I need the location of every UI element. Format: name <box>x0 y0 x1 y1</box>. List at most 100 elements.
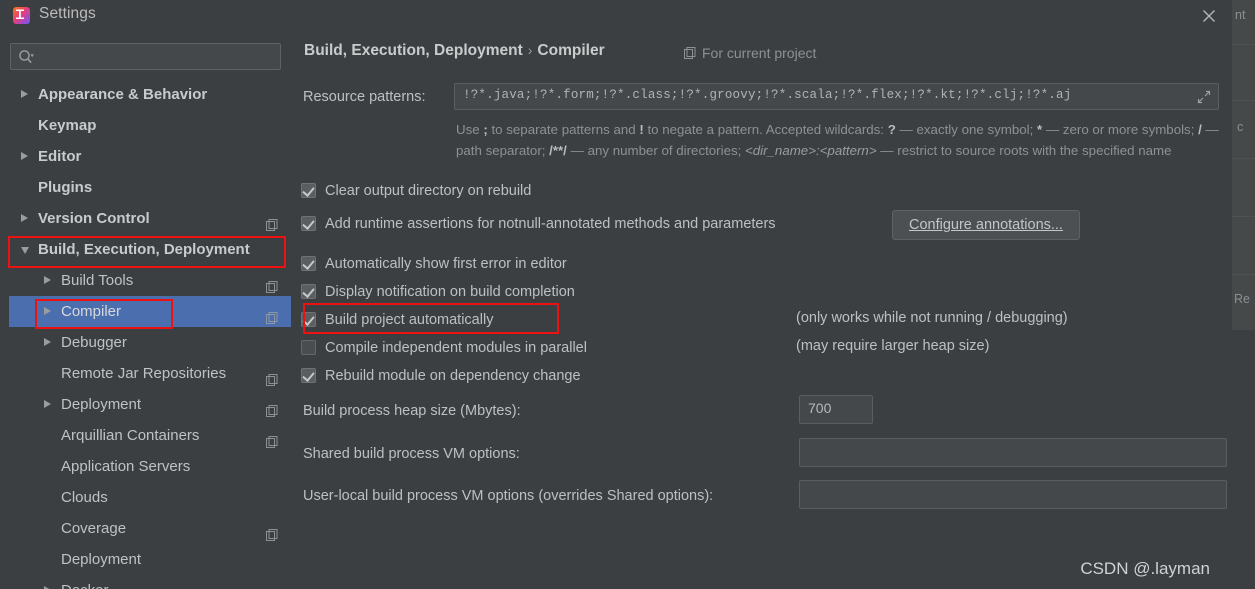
sidebar-item-label: Keymap <box>38 117 97 134</box>
search-input[interactable] <box>39 44 279 69</box>
hint-question: ? <box>887 122 896 137</box>
note-parallel-heap: (may require larger heap size) <box>796 338 990 354</box>
configure-annotations-label: Configure annotations... <box>909 217 1063 233</box>
chevron-right-icon[interactable] <box>44 400 51 408</box>
sidebar-item-appearance-behavior[interactable]: Appearance & Behavior <box>9 79 291 110</box>
sidebar-item-label: Arquillian Containers <box>61 427 200 444</box>
breadcrumb: Build, Execution, Deployment › Compiler <box>304 42 605 60</box>
checkbox-box[interactable] <box>301 340 316 355</box>
sidebar-item-coverage[interactable]: Coverage <box>9 513 291 544</box>
checkbox-label: Display notification on build completion <box>325 284 575 300</box>
breadcrumb-separator: › <box>527 42 533 58</box>
expand-icon[interactable] <box>1197 90 1211 104</box>
chevron-right-icon[interactable] <box>21 90 28 98</box>
settings-dialog-screenshot: nt c Re Settings Appearance & Behavior K… <box>0 0 1255 589</box>
project-scope-icon <box>266 522 279 541</box>
sidebar-item-label: Deployment <box>61 551 142 568</box>
sidebar-item-debugger[interactable]: Debugger <box>9 327 291 358</box>
sidebar-item-label: Plugins <box>38 179 93 196</box>
sidebar-item-label: Version Control <box>38 210 150 227</box>
chevron-right-icon[interactable] <box>44 307 51 315</box>
sidebar-gutter <box>0 32 9 589</box>
sidebar-item-label: Build Tools <box>61 272 134 289</box>
background-window-panel <box>1232 0 1255 330</box>
sidebar-item-plugins[interactable]: Plugins <box>9 172 291 203</box>
hint-text: — zero or more symbols; <box>1042 122 1199 137</box>
sidebar-search[interactable] <box>10 43 281 70</box>
background-window-divider <box>1232 44 1255 45</box>
sidebar-item-label: Appearance & Behavior <box>38 86 208 103</box>
hint-text: — exactly one symbol; <box>895 122 1037 137</box>
hint-dirname: <dir_name>:<pattern> <box>745 142 877 158</box>
checkbox-box[interactable] <box>301 312 316 327</box>
settings-dialog: Settings Appearance & Behavior Keymap Ed… <box>0 0 1232 589</box>
search-icon <box>18 49 36 66</box>
resource-patterns-hint: Use ; to separate patterns and ! to nega… <box>456 120 1221 161</box>
sidebar-item-label: Compiler <box>61 303 122 320</box>
sidebar-item-keymap[interactable]: Keymap <box>9 110 291 141</box>
background-window: nt c Re <box>1232 0 1255 589</box>
scope-label: For current project <box>702 45 817 61</box>
checkbox-box[interactable] <box>301 256 316 271</box>
sidebar-item-application-servers[interactable]: Application Servers <box>9 451 291 482</box>
settings-sidebar: Appearance & Behavior Keymap Editor Plugins… <box>0 32 291 589</box>
sidebar-item-compiler[interactable]: Compiler <box>9 296 291 327</box>
sidebar-item-build-tools[interactable]: Build Tools <box>9 265 291 296</box>
hint-text: — any number of directories; <box>566 142 745 158</box>
breadcrumb-leaf: Compiler <box>537 42 605 59</box>
shared-vm-options-label: Shared build process VM options: <box>303 446 520 462</box>
chevron-down-icon[interactable] <box>21 247 29 254</box>
sidebar-item-build-execution-deployment[interactable]: Build, Execution, Deployment <box>9 234 291 265</box>
sidebar-item-remote-jar-repositories[interactable]: Remote Jar Repositories <box>9 358 291 389</box>
search-box[interactable] <box>10 43 281 70</box>
chevron-right-icon[interactable] <box>44 338 51 346</box>
sidebar-item-deployment[interactable]: Deployment <box>9 389 291 420</box>
hint-text: — restrict to source roots with the spec… <box>876 142 1172 158</box>
checkbox-box[interactable] <box>301 183 316 198</box>
resource-patterns-input[interactable]: !?*.java;!?*.form;!?*.class;!?*.groovy;!… <box>454 83 1219 110</box>
background-window-text: c <box>1237 120 1244 134</box>
background-window-divider <box>1232 158 1255 159</box>
background-window-lower <box>1232 330 1255 589</box>
background-window-divider <box>1232 274 1255 275</box>
shared-vm-options-input[interactable] <box>799 438 1227 467</box>
checkbox-box[interactable] <box>301 216 316 231</box>
sidebar-item-label: Editor <box>38 148 82 165</box>
background-window-text: nt <box>1235 8 1246 22</box>
hint-text: Use <box>456 122 484 137</box>
project-scope-icon <box>266 212 279 231</box>
checkbox-box[interactable] <box>301 368 316 383</box>
checkbox-box[interactable] <box>301 284 316 299</box>
sidebar-item-clouds[interactable]: Clouds <box>9 482 291 513</box>
project-scope-icon <box>266 274 279 293</box>
sidebar-item-docker[interactable]: Docker <box>9 575 291 589</box>
project-scope-icon <box>266 429 279 448</box>
sidebar-item-arquillian-containers[interactable]: Arquillian Containers <box>9 420 291 451</box>
resource-patterns-value: !?*.java;!?*.form;!?*.class;!?*.groovy;!… <box>463 88 1072 102</box>
background-window-divider <box>1232 216 1255 217</box>
heap-size-input[interactable]: 700 <box>799 395 873 424</box>
configure-annotations-button[interactable]: Configure annotations... <box>892 210 1080 240</box>
checkbox-label: Add runtime assertions for notnull-annot… <box>325 216 776 232</box>
chevron-right-icon[interactable] <box>21 214 28 222</box>
sidebar-item-label: Deployment <box>61 396 142 413</box>
user-vm-options-label: User-local build process VM options (ove… <box>303 488 714 504</box>
heap-size-value: 700 <box>808 400 832 416</box>
watermark: CSDN @.layman <box>1080 559 1210 578</box>
sidebar-item-editor[interactable]: Editor <box>9 141 291 172</box>
checkbox-label: Rebuild module on dependency change <box>325 368 581 384</box>
chevron-right-icon[interactable] <box>21 152 28 160</box>
sidebar-item-label: Docker <box>61 575 109 589</box>
chevron-right-icon[interactable] <box>44 276 51 284</box>
sidebar-item-version-control[interactable]: Version Control <box>9 203 291 234</box>
checkbox-label: Build project automatically <box>325 312 494 328</box>
breadcrumb-root[interactable]: Build, Execution, Deployment <box>304 42 523 59</box>
resource-patterns-label: Resource patterns: <box>303 89 426 105</box>
sidebar-item-deployment[interactable]: Deployment <box>9 544 291 575</box>
note-build-automatically: (only works while not running / debuggin… <box>796 310 1068 326</box>
content-pane: Build, Execution, Deployment › Compiler Fo… <box>291 32 1232 589</box>
close-icon[interactable] <box>1198 5 1220 27</box>
hint-double-star: /**/ <box>549 142 567 158</box>
user-vm-options-input[interactable] <box>799 480 1227 509</box>
background-window-divider <box>1232 100 1255 101</box>
